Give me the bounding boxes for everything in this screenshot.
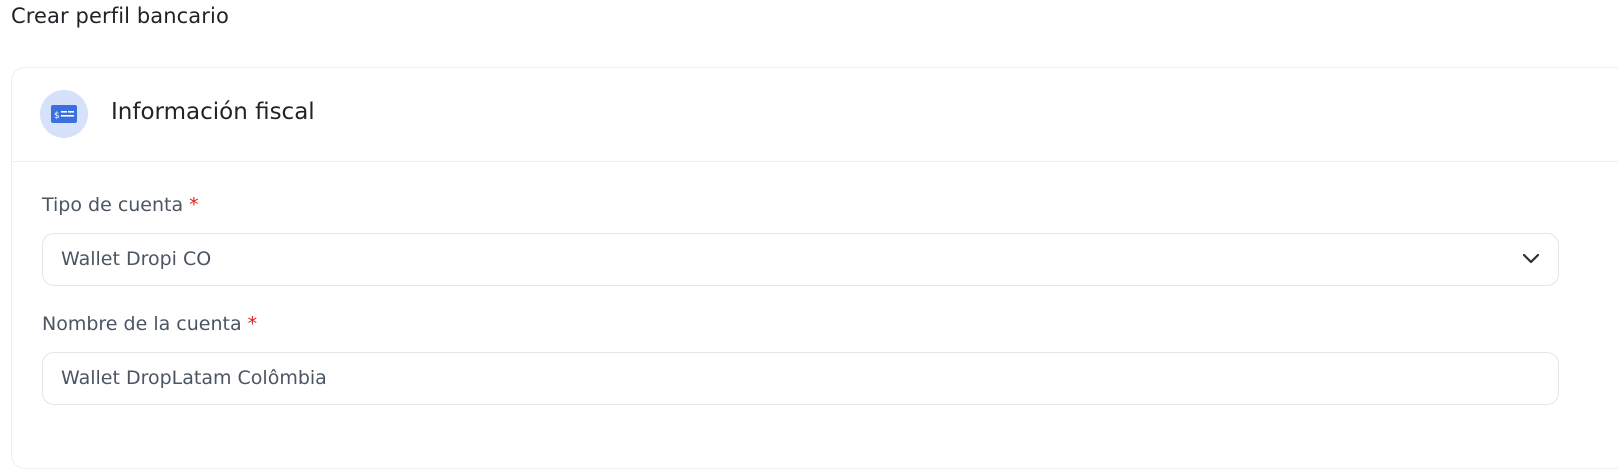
account-type-label-text: Tipo de cuenta (42, 194, 184, 216)
account-name-label-text: Nombre de la cuenta (42, 313, 242, 335)
account-type-value: Wallet Dropi CO (61, 248, 212, 270)
account-type-select[interactable]: Wallet Dropi CO (42, 233, 1559, 286)
required-mark: * (189, 194, 199, 216)
required-mark: * (247, 313, 258, 335)
account-name-label: Nombre de la cuenta * (42, 313, 257, 335)
account-type-label: Tipo de cuenta * (42, 194, 199, 216)
card-header: $ Información fiscal (12, 68, 1618, 162)
section-title: Información fiscal (111, 99, 315, 125)
account-name-input[interactable]: Wallet DropLatam Colômbia (42, 352, 1559, 405)
svg-text:$: $ (54, 111, 60, 121)
bank-card-icon: $ (40, 90, 88, 138)
chevron-down-icon (1522, 253, 1540, 264)
account-name-value: Wallet DropLatam Colômbia (61, 367, 327, 389)
page-title: Crear perfil bancario (11, 4, 229, 28)
fiscal-info-card: $ Información fiscal Tipo de cuenta * Wal… (11, 67, 1618, 469)
